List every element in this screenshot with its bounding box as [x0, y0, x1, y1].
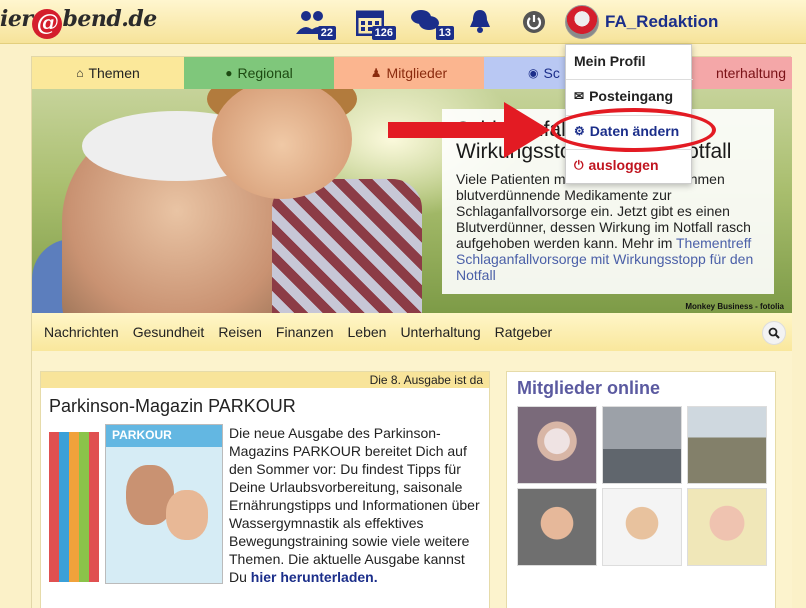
- subnav-item[interactable]: Ratgeber: [495, 324, 553, 340]
- magazine-image[interactable]: PARKOUR: [49, 424, 223, 584]
- top-bar: ier @ bend.de 22 126 13 FA_Redaktion: [0, 0, 806, 44]
- eye-icon: ◉: [528, 66, 539, 80]
- envelope-icon: ✉: [574, 89, 585, 103]
- article-body: Die neue Ausgabe des Parkinson-Magazins …: [229, 425, 480, 585]
- tab-label: Themen: [88, 65, 140, 81]
- photo-credit: Monkey Business - fotolia: [685, 302, 784, 311]
- tab-mitglieder[interactable]: ♟ Mitglieder: [334, 57, 484, 89]
- menu-item-inbox[interactable]: ✉ Posteingang: [574, 88, 673, 104]
- calendar-badge: 126: [371, 26, 396, 40]
- download-link[interactable]: hier herunterladen.: [251, 569, 378, 585]
- tab-label: Sc: [543, 65, 560, 81]
- globe-icon: ●: [225, 66, 233, 80]
- site-logo[interactable]: ier @ bend.de: [0, 6, 157, 39]
- article-kicker: Die 8. Ausgabe ist da: [41, 372, 489, 388]
- tab-regional[interactable]: ● Regional: [184, 57, 334, 89]
- subnav-item[interactable]: Finanzen: [276, 324, 334, 340]
- avatar: [565, 5, 599, 39]
- power-icon: [523, 11, 545, 33]
- logo-suffix: bend.de: [62, 6, 157, 32]
- menu-divider: [566, 79, 693, 80]
- tab-themen[interactable]: ⌂ Themen: [32, 57, 184, 89]
- members-online-panel: Mitglieder online: [506, 371, 776, 608]
- member-avatar[interactable]: [517, 406, 597, 484]
- subnav-item[interactable]: Reisen: [218, 324, 262, 340]
- member-avatar[interactable]: [602, 406, 682, 484]
- member-avatar[interactable]: [687, 406, 767, 484]
- search-icon: [768, 327, 780, 339]
- annotation-arrow-icon: [388, 102, 550, 158]
- user-icon: ♟: [370, 66, 382, 80]
- notifications-button[interactable]: [468, 8, 492, 38]
- subnav-item[interactable]: Nachrichten: [44, 324, 119, 340]
- members-badge: 22: [317, 26, 336, 40]
- subnav-item[interactable]: Unterhaltung: [400, 324, 480, 340]
- bell-icon: [470, 10, 490, 33]
- tab-label: Mitglieder: [386, 65, 448, 81]
- tab-label: nterhaltung: [715, 65, 786, 81]
- article-card: Die 8. Ausgabe ist da Parkinson-Magazin …: [40, 371, 490, 608]
- tab-label: Regional: [237, 65, 293, 81]
- members-online-title: Mitglieder online: [517, 378, 661, 398]
- hero-text: Viele Patienten mit Vorhofflimmern nehme…: [456, 171, 760, 283]
- username: FA_Redaktion: [605, 12, 719, 31]
- members-grid: [517, 406, 769, 566]
- power-button[interactable]: [522, 10, 546, 40]
- menu-item-logout[interactable]: ⏻ ausloggen: [574, 157, 659, 173]
- calendar-nav-button[interactable]: 126: [356, 8, 396, 40]
- subnav-item[interactable]: Gesundheit: [133, 324, 205, 340]
- members-nav-button[interactable]: 22: [296, 8, 336, 40]
- menu-item-profile[interactable]: Mein Profil: [574, 53, 646, 69]
- home-icon: ⌂: [76, 66, 84, 80]
- menu-item-label: Posteingang: [589, 88, 674, 104]
- subnav-item[interactable]: Leben: [348, 324, 387, 340]
- content-area: Die 8. Ausgabe ist da Parkinson-Magazin …: [32, 351, 792, 608]
- user-menu-toggle[interactable]: FA_Redaktion: [565, 4, 718, 40]
- article-text: Die neue Ausgabe des Parkinson-Magazins …: [229, 424, 485, 586]
- logo-prefix: ier: [0, 6, 33, 32]
- menu-item-label: Mein Profil: [574, 53, 646, 69]
- menu-item-label: ausloggen: [588, 157, 659, 173]
- annotation-highlight-ellipse: [551, 108, 716, 152]
- messages-nav-button[interactable]: 13: [410, 8, 454, 40]
- member-avatar[interactable]: [602, 488, 682, 566]
- search-button[interactable]: [762, 321, 786, 345]
- messages-badge: 13: [435, 26, 454, 40]
- logo-at: @: [32, 9, 63, 39]
- member-avatar[interactable]: [517, 488, 597, 566]
- magazine-cover: PARKOUR: [105, 424, 223, 584]
- article-title[interactable]: Parkinson-Magazin PARKOUR: [49, 396, 489, 417]
- magazine-cover-title: PARKOUR: [112, 428, 172, 442]
- sub-navigation: Nachrichten Gesundheit Reisen Finanzen L…: [32, 313, 792, 351]
- power-icon: ⏻: [574, 157, 584, 172]
- member-avatar[interactable]: [687, 488, 767, 566]
